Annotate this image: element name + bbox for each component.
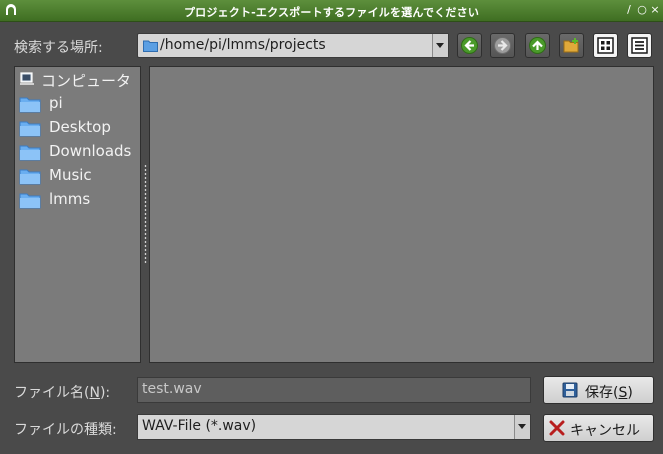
sidebar-item-downloads[interactable]: Downloads xyxy=(19,141,139,163)
list-view-button[interactable] xyxy=(627,33,652,58)
sidebar-item-label: コンピュータ xyxy=(41,72,132,90)
floppy-disk-icon xyxy=(562,382,578,398)
sidebar-item-lmms[interactable]: lmms xyxy=(19,189,139,211)
sidebar-item-computer[interactable]: コンピュータ xyxy=(19,69,139,91)
list-view-icon xyxy=(631,37,648,54)
filetype-dropdown-arrow[interactable] xyxy=(514,415,530,439)
back-button[interactable] xyxy=(457,33,482,58)
path-combobox[interactable]: /home/pi/lmms/projects xyxy=(137,33,449,58)
forward-arrow-icon xyxy=(494,37,511,54)
close-button[interactable]: × xyxy=(649,3,661,17)
splitter-handle[interactable] xyxy=(144,164,147,264)
look-in-label: 検索する場所: xyxy=(14,40,103,56)
window-title: プロジェクト-エクスポートするファイルを選んでください xyxy=(183,6,480,19)
sidebar-item-label: lmms xyxy=(49,190,91,208)
forward-button[interactable] xyxy=(490,33,515,58)
cancel-button-label: キャンセル xyxy=(570,423,640,439)
sidebar-item-label: pi xyxy=(49,94,63,112)
back-arrow-icon xyxy=(461,37,478,54)
maximize-button[interactable]: ○ xyxy=(636,3,648,17)
cancel-x-icon xyxy=(549,420,565,436)
icon-view-icon xyxy=(597,37,614,54)
cancel-button[interactable]: キャンセル xyxy=(543,414,654,442)
sidebar-item-pi[interactable]: pi xyxy=(19,93,139,115)
save-button-label: 保存(S) xyxy=(585,385,633,401)
sidebar-item-music[interactable]: Music xyxy=(19,165,139,187)
sidebar-item-label: Music xyxy=(49,166,92,184)
up-button[interactable] xyxy=(525,33,550,58)
title-bar: プロジェクト-エクスポートするファイルを選んでください / ○ × xyxy=(0,0,663,22)
folder-icon xyxy=(19,193,41,209)
new-folder-icon xyxy=(563,38,579,53)
minimize-button[interactable]: / xyxy=(623,3,635,17)
save-button[interactable]: 保存(S) xyxy=(543,376,654,404)
path-dropdown-arrow[interactable] xyxy=(432,34,448,57)
folder-icon xyxy=(143,40,158,52)
folder-icon xyxy=(19,121,41,137)
icon-view-button[interactable] xyxy=(593,33,618,58)
sidebar-item-label: Desktop xyxy=(49,118,111,136)
filename-label: ファイル名(N): xyxy=(14,385,111,401)
folder-icon xyxy=(19,145,41,161)
filename-input[interactable]: test.wav xyxy=(137,377,531,403)
up-arrow-icon xyxy=(529,37,546,54)
new-folder-button[interactable] xyxy=(559,33,584,58)
computer-icon xyxy=(20,72,34,85)
filetype-label: ファイルの種類: xyxy=(14,422,117,438)
filetype-combobox[interactable]: WAV-File (*.wav) xyxy=(137,414,531,440)
sidebar-item-label: Downloads xyxy=(49,142,132,160)
path-value: /home/pi/lmms/projects xyxy=(160,37,326,53)
sidebar-item-desktop[interactable]: Desktop xyxy=(19,117,139,139)
filetype-value: WAV-File (*.wav) xyxy=(142,418,257,434)
places-sidebar[interactable]: コンピュータ pi Desktop Downloads Music lmms xyxy=(14,66,141,363)
folder-icon xyxy=(19,97,41,113)
folder-icon xyxy=(19,169,41,185)
file-list-view[interactable] xyxy=(149,66,654,363)
